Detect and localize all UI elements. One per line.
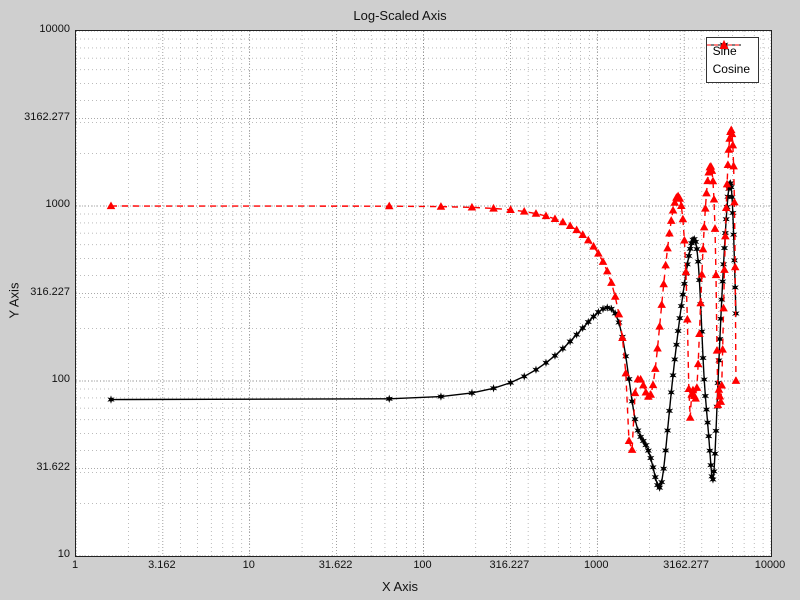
y-tick-label: 316.227 — [15, 286, 70, 298]
x-tick-label: 1 — [55, 559, 95, 571]
x-tick-label: 10000 — [750, 559, 790, 571]
x-axis-label: X Axis — [0, 579, 800, 594]
x-tick-label: 10 — [229, 559, 269, 571]
chart-title: Log-Scaled Axis — [0, 8, 800, 23]
plot-area: Sine Cosine — [75, 30, 772, 557]
y-tick-label: 10000 — [15, 23, 70, 35]
x-tick-label: 1000 — [576, 559, 616, 571]
chart-svg — [76, 31, 771, 556]
x-tick-label: 31.622 — [316, 559, 356, 571]
y-tick-label: 3162.277 — [15, 111, 70, 123]
triangle-icon — [707, 38, 741, 52]
x-tick-label: 3162.277 — [663, 559, 703, 571]
y-tick-label: 10 — [15, 548, 70, 560]
y-axis-label: Y Axis — [6, 0, 22, 600]
x-tick-label: 316.227 — [489, 559, 529, 571]
y-tick-label: 100 — [15, 373, 70, 385]
x-tick-label: 100 — [403, 559, 443, 571]
x-tick-label: 3.162 — [142, 559, 182, 571]
y-tick-label: 31.622 — [15, 461, 70, 473]
legend-entry-cosine: Cosine — [713, 60, 750, 78]
y-tick-label: 1000 — [15, 198, 70, 210]
legend: Sine Cosine — [706, 37, 759, 83]
figure: Log-Scaled Axis X Axis Y Axis Sine Cosin… — [0, 0, 800, 600]
legend-label: Cosine — [713, 62, 750, 76]
